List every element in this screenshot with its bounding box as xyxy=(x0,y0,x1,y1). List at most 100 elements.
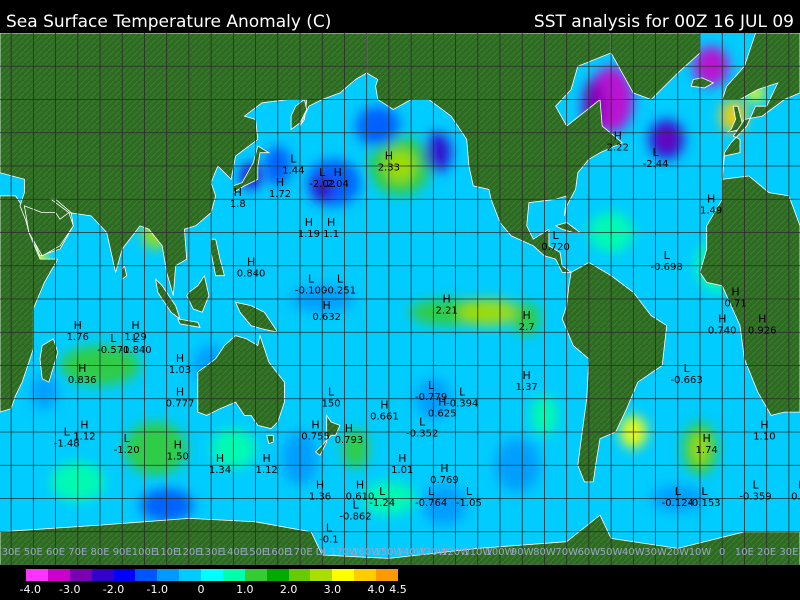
colorbar-swatch xyxy=(179,569,201,581)
colorbar-swatch xyxy=(310,569,333,581)
colorbar-swatch xyxy=(157,569,180,581)
low-marker: L xyxy=(290,153,297,166)
anomaly-value: 0.661 xyxy=(370,412,399,423)
high-marker: H xyxy=(216,452,224,465)
high-marker: H xyxy=(131,319,139,332)
anomaly-value: 1.72 xyxy=(269,189,291,200)
low-marker: L xyxy=(684,362,691,375)
high-marker: H xyxy=(234,186,242,199)
high-marker: H xyxy=(398,452,406,465)
longitude-labels: 30E 50E 60E 70E 80E 90E 100E110E120E130E140E15… xyxy=(2,547,799,558)
high-marker: H xyxy=(80,419,88,432)
low-marker: L xyxy=(308,272,315,285)
longitude-label: 30E xyxy=(779,547,798,558)
anomaly-value: 0.755 xyxy=(301,432,330,443)
anomaly-value: 0.836 xyxy=(68,375,97,386)
anomaly-value: 1.01 xyxy=(391,465,413,476)
high-marker: H xyxy=(263,452,271,465)
anomaly-value: 1.19 xyxy=(298,229,320,240)
high-marker: H xyxy=(305,216,313,229)
longitude-label: 50E xyxy=(24,547,43,558)
low-marker: L xyxy=(701,485,708,498)
analysis-date-title: SST analysis for 00Z 16 JUL 09 xyxy=(533,12,794,32)
longitude-label: 0 xyxy=(719,547,725,558)
high-marker: H xyxy=(718,312,726,325)
anomaly-value: 0.720 xyxy=(541,242,570,253)
low-marker: L xyxy=(664,249,671,262)
low-marker: L xyxy=(352,498,359,511)
high-marker: H xyxy=(707,193,715,206)
longitude-label: 60E xyxy=(46,547,65,558)
low-marker: L xyxy=(124,432,131,445)
anomaly-value: 1.37 xyxy=(516,382,538,393)
anomaly-value: 2.22 xyxy=(607,142,629,153)
anomaly-value: 1.8 xyxy=(230,199,246,210)
anomaly-value: 1.03 xyxy=(169,365,191,376)
anomaly-value: -0.394 xyxy=(446,398,478,409)
longitude-label: 80W xyxy=(533,547,556,558)
low-marker: L xyxy=(337,272,344,285)
low-marker: L xyxy=(328,385,335,398)
anomaly-value: 1.10 xyxy=(753,432,775,443)
colorbar-swatch xyxy=(244,569,267,581)
high-marker: H xyxy=(276,176,284,189)
high-marker: H xyxy=(614,129,622,142)
low-marker: L xyxy=(552,229,559,242)
anomaly-value: -0.663 xyxy=(671,375,703,386)
anomaly-value: 1.76 xyxy=(67,332,89,343)
colorbar-swatch xyxy=(91,569,114,581)
anomaly-value: 2.33 xyxy=(378,162,400,173)
anomaly-value: -0.840 xyxy=(119,345,151,356)
high-marker: H xyxy=(760,419,768,432)
low-marker: L xyxy=(319,166,326,179)
high-marker: H xyxy=(311,419,319,432)
low-marker: L xyxy=(675,485,682,498)
high-marker: H xyxy=(523,369,531,382)
longitude-label: 10W xyxy=(689,547,712,558)
high-marker: H xyxy=(174,439,182,452)
low-marker: L xyxy=(459,385,466,398)
colorbar-swatch xyxy=(266,569,289,581)
anomaly-value: -0.153 xyxy=(688,498,720,509)
anomaly-value: 1.12 xyxy=(73,432,95,443)
anomaly-value: 0.41 xyxy=(791,492,800,503)
high-marker: H xyxy=(74,319,82,332)
high-marker: H xyxy=(703,432,711,445)
anomaly-value: 1.34 xyxy=(209,465,231,476)
anomaly-value: 1.29 xyxy=(124,332,146,343)
longitude-label: 70E xyxy=(68,547,87,558)
longitude-label: 40W xyxy=(622,547,645,558)
longitude-label: DL xyxy=(316,547,330,558)
anomaly-value: 0.926 xyxy=(748,325,777,336)
low-marker: L xyxy=(110,332,117,345)
anomaly-value: 0.625 xyxy=(428,408,457,419)
high-marker: H xyxy=(176,352,184,365)
anomaly-value: 2.21 xyxy=(436,305,458,316)
anomaly-value: 1.36 xyxy=(309,492,331,503)
colorbar-tick-label: 0 xyxy=(197,583,205,596)
low-marker: L xyxy=(466,485,473,498)
colorbar-tick-label: -3.0 xyxy=(59,583,81,596)
high-marker: H xyxy=(247,256,255,269)
low-marker: L xyxy=(428,379,435,392)
longitude-label: 30W xyxy=(644,547,667,558)
anomaly-value: -1.24 xyxy=(369,498,395,509)
high-marker: H xyxy=(345,422,353,435)
low-marker: L xyxy=(419,415,426,428)
longitude-label: 90E xyxy=(113,547,132,558)
anomaly-value: -0.100 xyxy=(295,285,327,296)
anomaly-value: -0.352 xyxy=(406,428,438,439)
colorbar-swatch xyxy=(69,569,92,581)
longitude-label: 50W xyxy=(600,547,623,558)
anomaly-value: 0.632 xyxy=(312,312,341,323)
colorbar-swatch xyxy=(201,569,223,581)
anomaly-value: -0.359 xyxy=(739,492,771,503)
colorbar xyxy=(26,569,398,581)
high-marker: H xyxy=(758,312,766,325)
high-marker: H xyxy=(443,292,451,305)
longitude-label: 170E xyxy=(287,547,312,558)
anomaly-value: 0.740 xyxy=(708,325,737,336)
high-marker: H xyxy=(78,362,86,375)
anomaly-value: 0.840 xyxy=(237,269,266,280)
low-marker: L xyxy=(652,146,659,159)
